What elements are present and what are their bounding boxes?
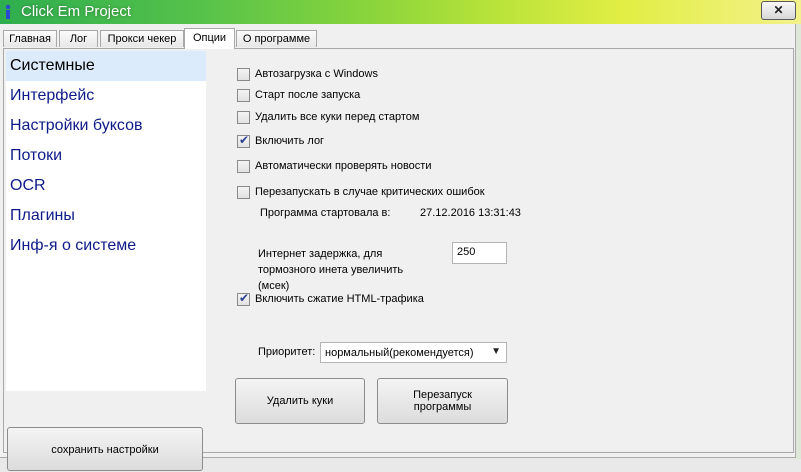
tab-main[interactable]: Главная xyxy=(3,30,57,47)
restart-program-button-label: Перезапуск программы xyxy=(413,389,472,413)
title-bar[interactable]: Click Em Project ✕ xyxy=(0,0,801,24)
category-item-plugins[interactable]: Плагины xyxy=(6,201,206,231)
category-item-system-info[interactable]: Инф-я о системе xyxy=(6,231,206,261)
html-compression-label: Включить сжатие HTML-трафика xyxy=(255,293,424,305)
delay-label-line2: тормозного инета увеличить xyxy=(258,264,404,276)
app-icon xyxy=(5,4,11,19)
priority-label: Приоритет: xyxy=(258,346,316,358)
tab-about[interactable]: О программе xyxy=(236,30,317,47)
category-item-system[interactable]: Системные xyxy=(6,51,206,81)
auto-check-news-checkbox[interactable] xyxy=(237,160,250,173)
priority-value: нормальный(рекомендуется) xyxy=(325,347,474,359)
dropdown-arrow-icon: ▼ xyxy=(491,346,501,357)
tab-proxy-checker[interactable]: Прокси чекер xyxy=(100,30,184,47)
delay-label-line1: Интернет задержка, для xyxy=(258,248,383,260)
delete-cookies-button[interactable]: Удалить куки xyxy=(235,378,365,424)
save-settings-button[interactable]: сохранить настройки xyxy=(7,427,203,471)
enable-log-label: Включить лог xyxy=(255,135,325,147)
auto-check-news-label: Автоматически проверять новости xyxy=(255,160,432,172)
category-item-box-settings[interactable]: Настройки буксов xyxy=(6,111,206,141)
checkmark-icon: ✔ xyxy=(239,133,250,147)
restart-on-critical-errors-checkbox[interactable] xyxy=(237,186,250,199)
start-time-value: 27.12.2016 13:31:43 xyxy=(420,207,521,219)
close-button[interactable]: ✕ xyxy=(761,1,796,20)
restart-program-button[interactable]: Перезапуск программы xyxy=(377,378,508,424)
start-after-launch-label: Старт после запуска xyxy=(255,89,361,101)
close-icon: ✕ xyxy=(773,3,784,17)
delete-cookies-before-start-label: Удалить все куки перед стартом xyxy=(255,111,420,123)
restart-on-critical-errors-label: Перезапускать в случае критических ошибо… xyxy=(255,186,485,198)
window-title: Click Em Project xyxy=(21,3,132,20)
main-window: Главная Лог Прокси чекер Опции О програм… xyxy=(0,24,796,471)
category-item-threads[interactable]: Потоки xyxy=(6,141,206,171)
tab-options[interactable]: Опции xyxy=(184,28,235,49)
html-compression-checkbox[interactable]: ✔ xyxy=(237,291,250,306)
category-item-interface[interactable]: Интерфейс xyxy=(6,81,206,111)
start-time-label: Программа стартовала в: xyxy=(260,207,391,219)
delay-label-line3: (мсек) xyxy=(258,280,290,292)
start-after-launch-checkbox[interactable] xyxy=(237,89,250,102)
enable-log-checkbox[interactable]: ✔ xyxy=(237,133,250,148)
priority-select[interactable]: нормальный(рекомендуется) ▼ xyxy=(320,342,507,363)
restart-label-line1: Перезапуск xyxy=(413,389,472,401)
checkmark-icon: ✔ xyxy=(239,291,250,305)
autostart-windows-checkbox[interactable] xyxy=(237,68,250,81)
delete-cookies-button-label: Удалить куки xyxy=(266,395,334,407)
autostart-windows-label: Автозагрузка с Windows xyxy=(255,68,378,80)
delay-input[interactable]: 250 xyxy=(452,242,507,264)
delete-cookies-before-start-checkbox[interactable] xyxy=(237,111,250,124)
settings-category-list[interactable]: Системные Интерфейс Настройки буксов Пот… xyxy=(6,51,206,391)
restart-label-line2: программы xyxy=(413,401,472,413)
category-item-ocr[interactable]: OCR xyxy=(6,171,206,201)
tab-log[interactable]: Лог xyxy=(59,30,98,47)
